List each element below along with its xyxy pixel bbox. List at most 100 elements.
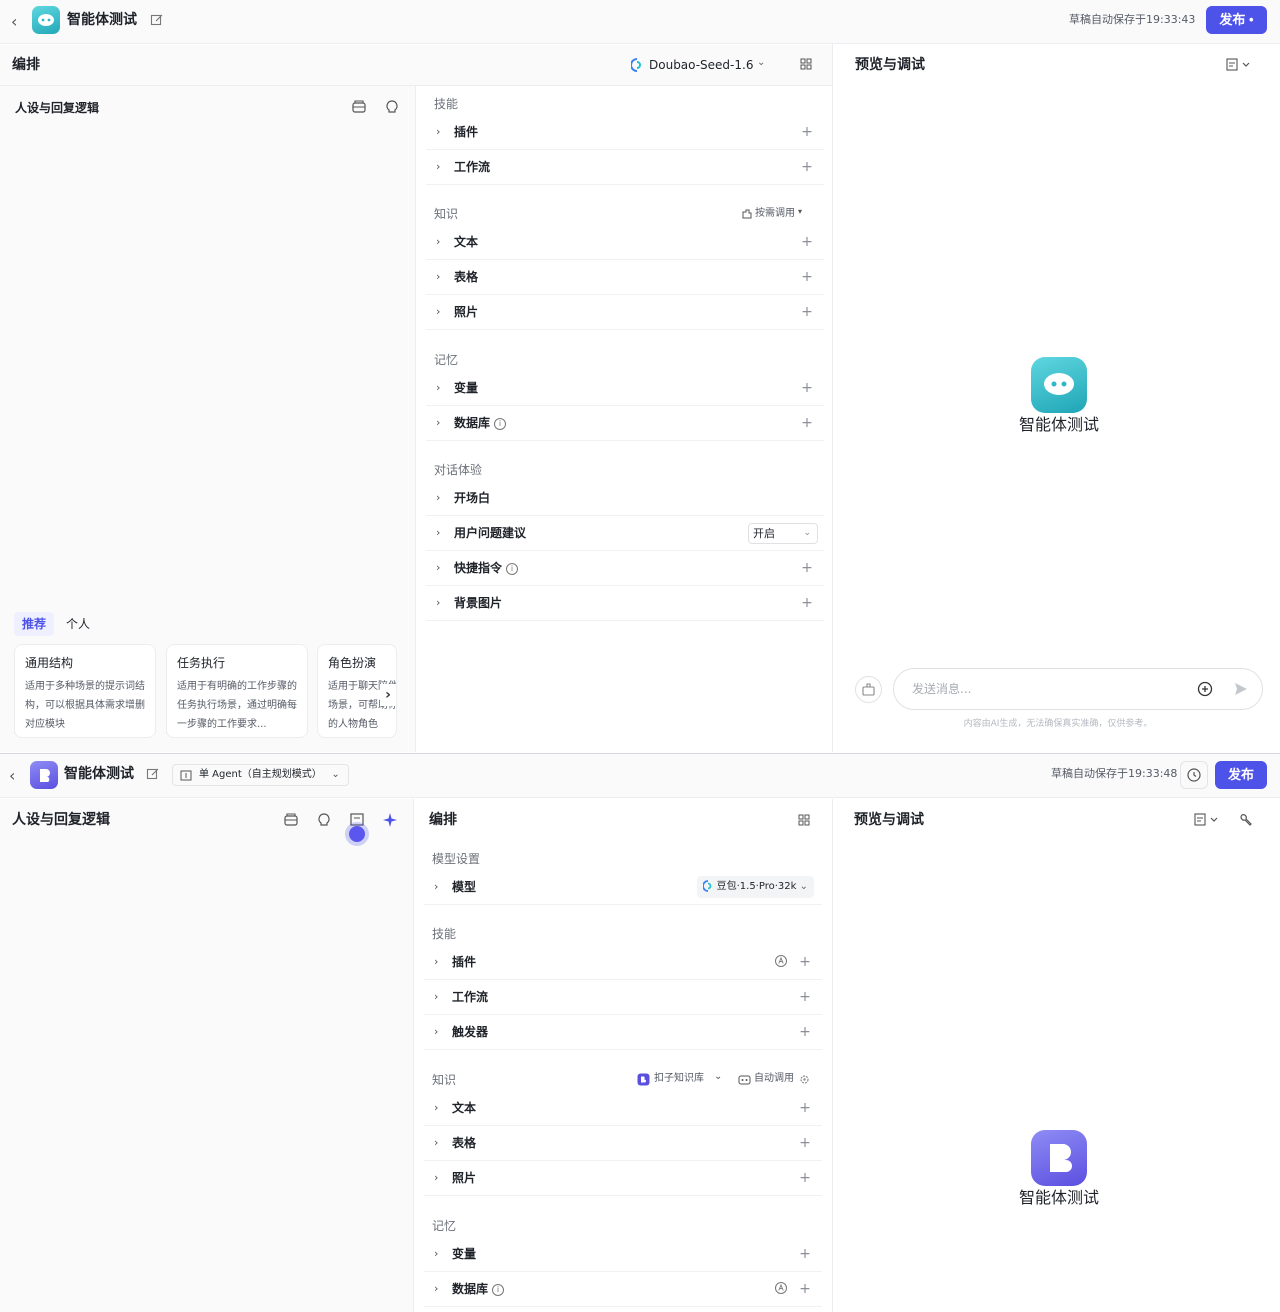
auto-mode-icon[interactable] [774,1281,788,1295]
card-title: 角色扮演 [328,656,377,670]
row-database[interactable]: › 数据库 i + [426,406,824,441]
publish-label: 发布 [1227,767,1254,782]
prompt-library-icon[interactable] [350,98,368,116]
optimize-bulb-icon[interactable] [383,98,401,116]
info-icon[interactable]: i [494,417,507,430]
message-input[interactable]: 发送消息... [893,668,1263,710]
debug-settings-icon[interactable] [1226,58,1252,72]
row-photo[interactable]: › 照片 + [424,1161,822,1196]
row-label: 变量 [452,1247,477,1261]
row-database[interactable]: › 数据库 i + [424,1272,822,1307]
template-card-general[interactable]: 通用结构 适用于多种场景的提示词结构，可以根据具体需求增删对应模块 [14,644,156,738]
row-label: 触发器 [452,1025,489,1039]
row-label: 工作流 [454,160,491,174]
knowledge-mode-label[interactable]: 自动调用 [754,1072,794,1086]
ai-sparkle-icon[interactable] [381,811,399,829]
knowledge-mode-dropdown[interactable]: 按需调用 [755,207,795,221]
row-label: 照片 [452,1171,477,1185]
model-selector[interactable]: 豆包·1.5·Pro·32k ⌄ [696,876,814,898]
chevron-right-icon[interactable]: › [380,684,396,706]
suggest-select[interactable]: 开启 ⌄ [748,523,818,544]
row-table[interactable]: › 表格 + [424,1126,822,1161]
row-plugin[interactable]: › 插件 + [424,945,822,980]
row-label: 快捷指令 i [454,560,519,576]
row-variable[interactable]: › 变量 + [426,371,824,406]
gear-icon[interactable] [799,1074,810,1085]
add-icon[interactable]: + [800,594,814,612]
tab-personal[interactable]: 个人 [58,612,98,636]
publish-button[interactable]: 发布 [1215,761,1267,789]
row-workflow[interactable]: › 工作流 + [424,980,822,1015]
row-workflow[interactable]: › 工作流 + [426,150,824,185]
agent-mode-selector[interactable]: 单 Agent（自主规划模式） ⌄ [172,764,349,786]
chat-bubble-icon [38,14,54,26]
chevron-right-icon: › [436,305,441,318]
add-icon[interactable]: + [800,233,814,251]
send-icon[interactable] [1233,681,1249,697]
add-circle-icon[interactable] [1197,681,1213,697]
chevron-right-icon: › [436,270,441,283]
add-icon[interactable]: + [800,268,814,286]
add-icon[interactable]: + [800,414,814,432]
add-icon[interactable]: + [800,379,814,397]
row-background[interactable]: › 背景图片 + [426,586,824,621]
tab-recommend[interactable]: 推荐 [14,612,55,636]
persona-title: 人设与回复逻辑 [15,101,100,115]
add-icon[interactable]: + [798,1245,812,1263]
optimize-bulb-icon[interactable] [315,811,333,829]
card-title: 任务执行 [177,656,226,670]
debug-settings-icon[interactable] [1194,813,1220,827]
chevron-down-icon[interactable]: ⌄ [757,57,765,68]
row-table[interactable]: › 表格 + [426,260,824,295]
add-icon[interactable]: + [798,1023,812,1041]
wrench-icon[interactable] [1238,812,1254,828]
row-label: 数据库 i [452,1281,505,1297]
agent-avatar-large [1031,1130,1087,1186]
row-trigger[interactable]: › 触发器 + [424,1015,822,1050]
row-text[interactable]: › 文本 + [424,1091,822,1126]
auto-mode-icon[interactable] [774,954,788,968]
autosave-status: 草稿自动保存于19:33:43 [1069,13,1196,26]
chevron-down-icon: ⌄ [803,528,811,538]
row-variable[interactable]: › 变量 + [424,1237,822,1272]
agent-avatar [30,761,58,789]
back-icon[interactable]: ‹ [11,12,25,32]
add-icon[interactable]: + [798,1099,812,1117]
row-text[interactable]: › 文本 + [426,225,824,260]
add-icon[interactable]: + [800,123,814,141]
back-icon[interactable]: ‹ [9,766,23,786]
row-label: 变量 [454,381,479,395]
row-model[interactable]: › 模型 豆包·1.5·Pro·32k ⌄ [424,870,822,905]
info-icon[interactable]: i [506,562,519,575]
publish-button[interactable]: 发布 • [1206,6,1267,34]
add-icon[interactable]: + [798,988,812,1006]
row-opening[interactable]: › 开场白 [426,481,824,516]
add-icon[interactable]: + [800,559,814,577]
puzzle-icon [742,209,752,219]
clear-chat-button[interactable] [855,676,882,703]
info-icon[interactable]: i [492,1283,505,1296]
bot-logo-icon [1050,1144,1072,1172]
grid-icon[interactable] [800,58,812,70]
row-label: 插件 [452,955,477,969]
row-plugin[interactable]: › 插件 + [426,115,824,150]
row-shortcut[interactable]: › 快捷指令 i + [426,551,824,586]
add-icon[interactable]: + [800,303,814,321]
add-icon[interactable]: + [798,1169,812,1187]
editor-header: 编排 Doubao-Seed-1.6 ⌄ [0,45,832,86]
prompt-library-icon[interactable] [282,811,300,829]
template-card-task[interactable]: 任务执行 适用于有明确的工作步骤的任务执行场景，通过明确每一步骤的工作要求... [166,644,308,738]
add-icon[interactable]: + [798,953,812,971]
row-suggest[interactable]: › 用户问题建议 开启 ⌄ [426,516,824,551]
row-photo[interactable]: › 照片 + [426,295,824,330]
add-icon[interactable]: + [800,158,814,176]
model-selector[interactable]: Doubao-Seed-1.6 [649,57,753,73]
persona-panel: 人设与回复逻辑 [0,799,413,1312]
grid-icon[interactable] [798,814,810,826]
add-icon[interactable]: + [798,1134,812,1152]
add-icon[interactable]: + [798,1280,812,1298]
edit-icon[interactable] [146,767,160,781]
knowledge-source-dropdown[interactable]: 扣子知识库 [654,1072,704,1086]
edit-icon[interactable] [150,13,164,27]
history-button[interactable] [1180,761,1208,789]
